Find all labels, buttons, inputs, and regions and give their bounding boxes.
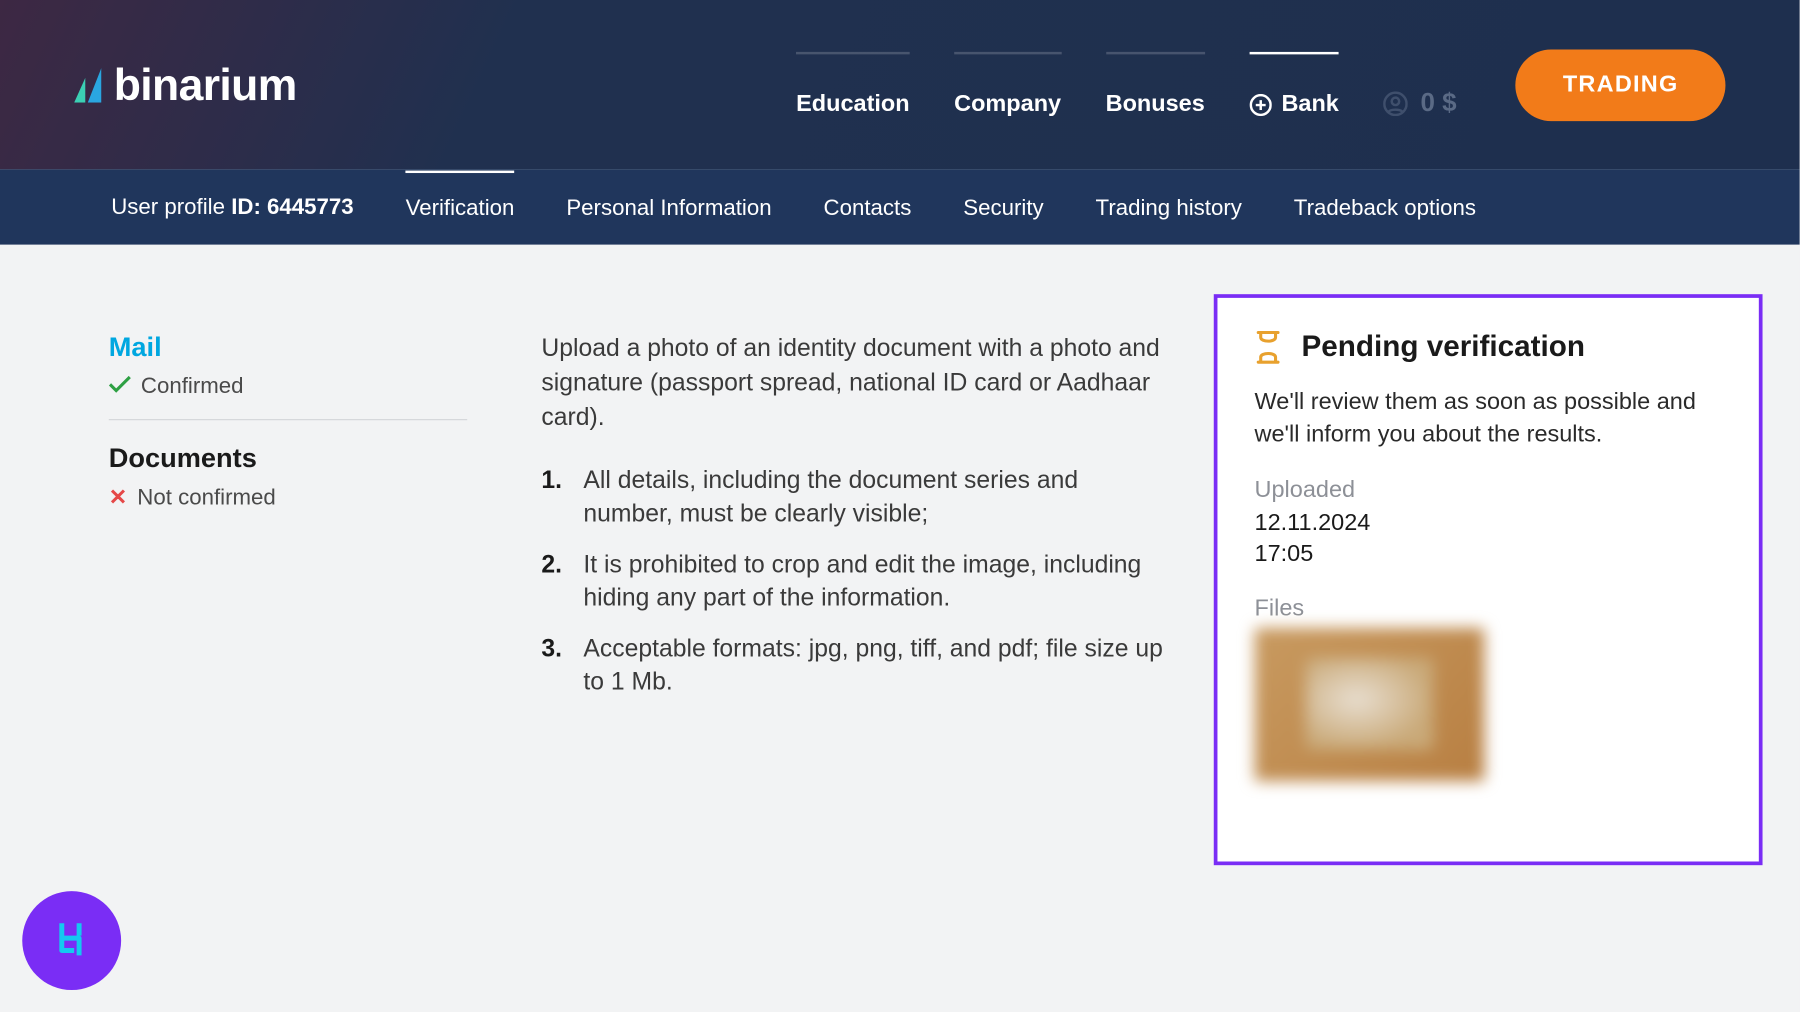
topbar: binarium Education Company Bonuses Bank … — [0, 0, 1800, 169]
trading-button[interactable]: TRADING — [1516, 49, 1726, 121]
nav-bank-label: Bank — [1281, 91, 1338, 118]
tab-security[interactable]: Security — [963, 171, 1043, 244]
files-label: Files — [1255, 595, 1722, 622]
plus-circle-icon — [1249, 93, 1271, 115]
balance-value: 0 $ — [1420, 88, 1456, 118]
profile-id-value: 6445773 — [267, 194, 354, 219]
rule-number: 3. — [541, 633, 568, 700]
rule-text: Acceptable formats: jpg, png, tiff, and … — [583, 633, 1171, 700]
documents-section[interactable]: Documents ✕ Not confirmed — [109, 442, 467, 510]
rule-number: 1. — [541, 465, 568, 532]
mail-title: Mail — [109, 331, 467, 363]
mail-status: Confirmed — [109, 373, 467, 399]
support-badge[interactable] — [22, 891, 121, 990]
file-thumbnail[interactable] — [1255, 627, 1485, 780]
user-circle-icon — [1383, 91, 1408, 116]
instructions: Upload a photo of an identity document w… — [541, 331, 1171, 1012]
uploaded-label: Uploaded — [1255, 477, 1722, 504]
x-icon: ✕ — [109, 485, 128, 511]
rule-number: 2. — [541, 549, 568, 616]
rule-text: All details, including the document seri… — [583, 465, 1171, 532]
instructions-intro: Upload a photo of an identity document w… — [541, 331, 1171, 435]
profile-id-id-label: ID: — [231, 194, 261, 219]
subnav: User profile ID: 6445773 Verification Pe… — [0, 169, 1800, 244]
nav-bonuses[interactable]: Bonuses — [1106, 51, 1205, 118]
documents-status-text: Not confirmed — [137, 485, 275, 511]
pending-verification-panel: Pending verification We'll review them a… — [1214, 294, 1763, 865]
tab-verification[interactable]: Verification — [406, 171, 515, 244]
pending-description: We'll review them as soon as possible an… — [1255, 387, 1722, 450]
rule-text: It is prohibited to crop and edit the im… — [583, 549, 1171, 616]
top-nav: Education Company Bonuses Bank 0 $ TRADI… — [796, 49, 1725, 121]
documents-status: ✕ Not confirmed — [109, 485, 467, 511]
uploaded-value: 12.11.2024 17:05 — [1255, 510, 1722, 571]
pending-title: Pending verification — [1302, 330, 1586, 365]
content: Mail Confirmed Documents ✕ Not confirmed… — [0, 245, 1800, 1012]
left-sidebar: Mail Confirmed Documents ✕ Not confirmed — [109, 331, 467, 1012]
profile-id: User profile ID: 6445773 — [111, 194, 353, 220]
rule-3: 3. Acceptable formats: jpg, png, tiff, a… — [541, 633, 1171, 700]
rule-2: 2. It is prohibited to crop and edit the… — [541, 549, 1171, 616]
profile-id-label: User profile — [111, 194, 225, 219]
mail-section[interactable]: Mail Confirmed — [109, 331, 467, 420]
documents-title: Documents — [109, 442, 467, 474]
nav-company[interactable]: Company — [954, 51, 1061, 118]
tab-trading-history[interactable]: Trading history — [1096, 171, 1242, 244]
tab-contacts[interactable]: Contacts — [824, 171, 912, 244]
hourglass-icon — [1255, 330, 1282, 365]
nav-education[interactable]: Education — [796, 51, 910, 118]
tab-tradeback-options[interactable]: Tradeback options — [1294, 171, 1476, 244]
tab-personal-information[interactable]: Personal Information — [566, 171, 771, 244]
logo[interactable]: binarium — [74, 59, 296, 111]
nav-bank[interactable]: Bank — [1249, 51, 1339, 118]
balance: 0 $ — [1383, 51, 1456, 118]
logo-icon — [74, 67, 101, 102]
mail-status-text: Confirmed — [141, 373, 244, 399]
logo-text: binarium — [114, 59, 297, 111]
check-icon — [109, 373, 131, 399]
support-icon — [47, 916, 96, 965]
instructions-list: 1. All details, including the document s… — [541, 465, 1171, 700]
rule-1: 1. All details, including the document s… — [541, 465, 1171, 532]
